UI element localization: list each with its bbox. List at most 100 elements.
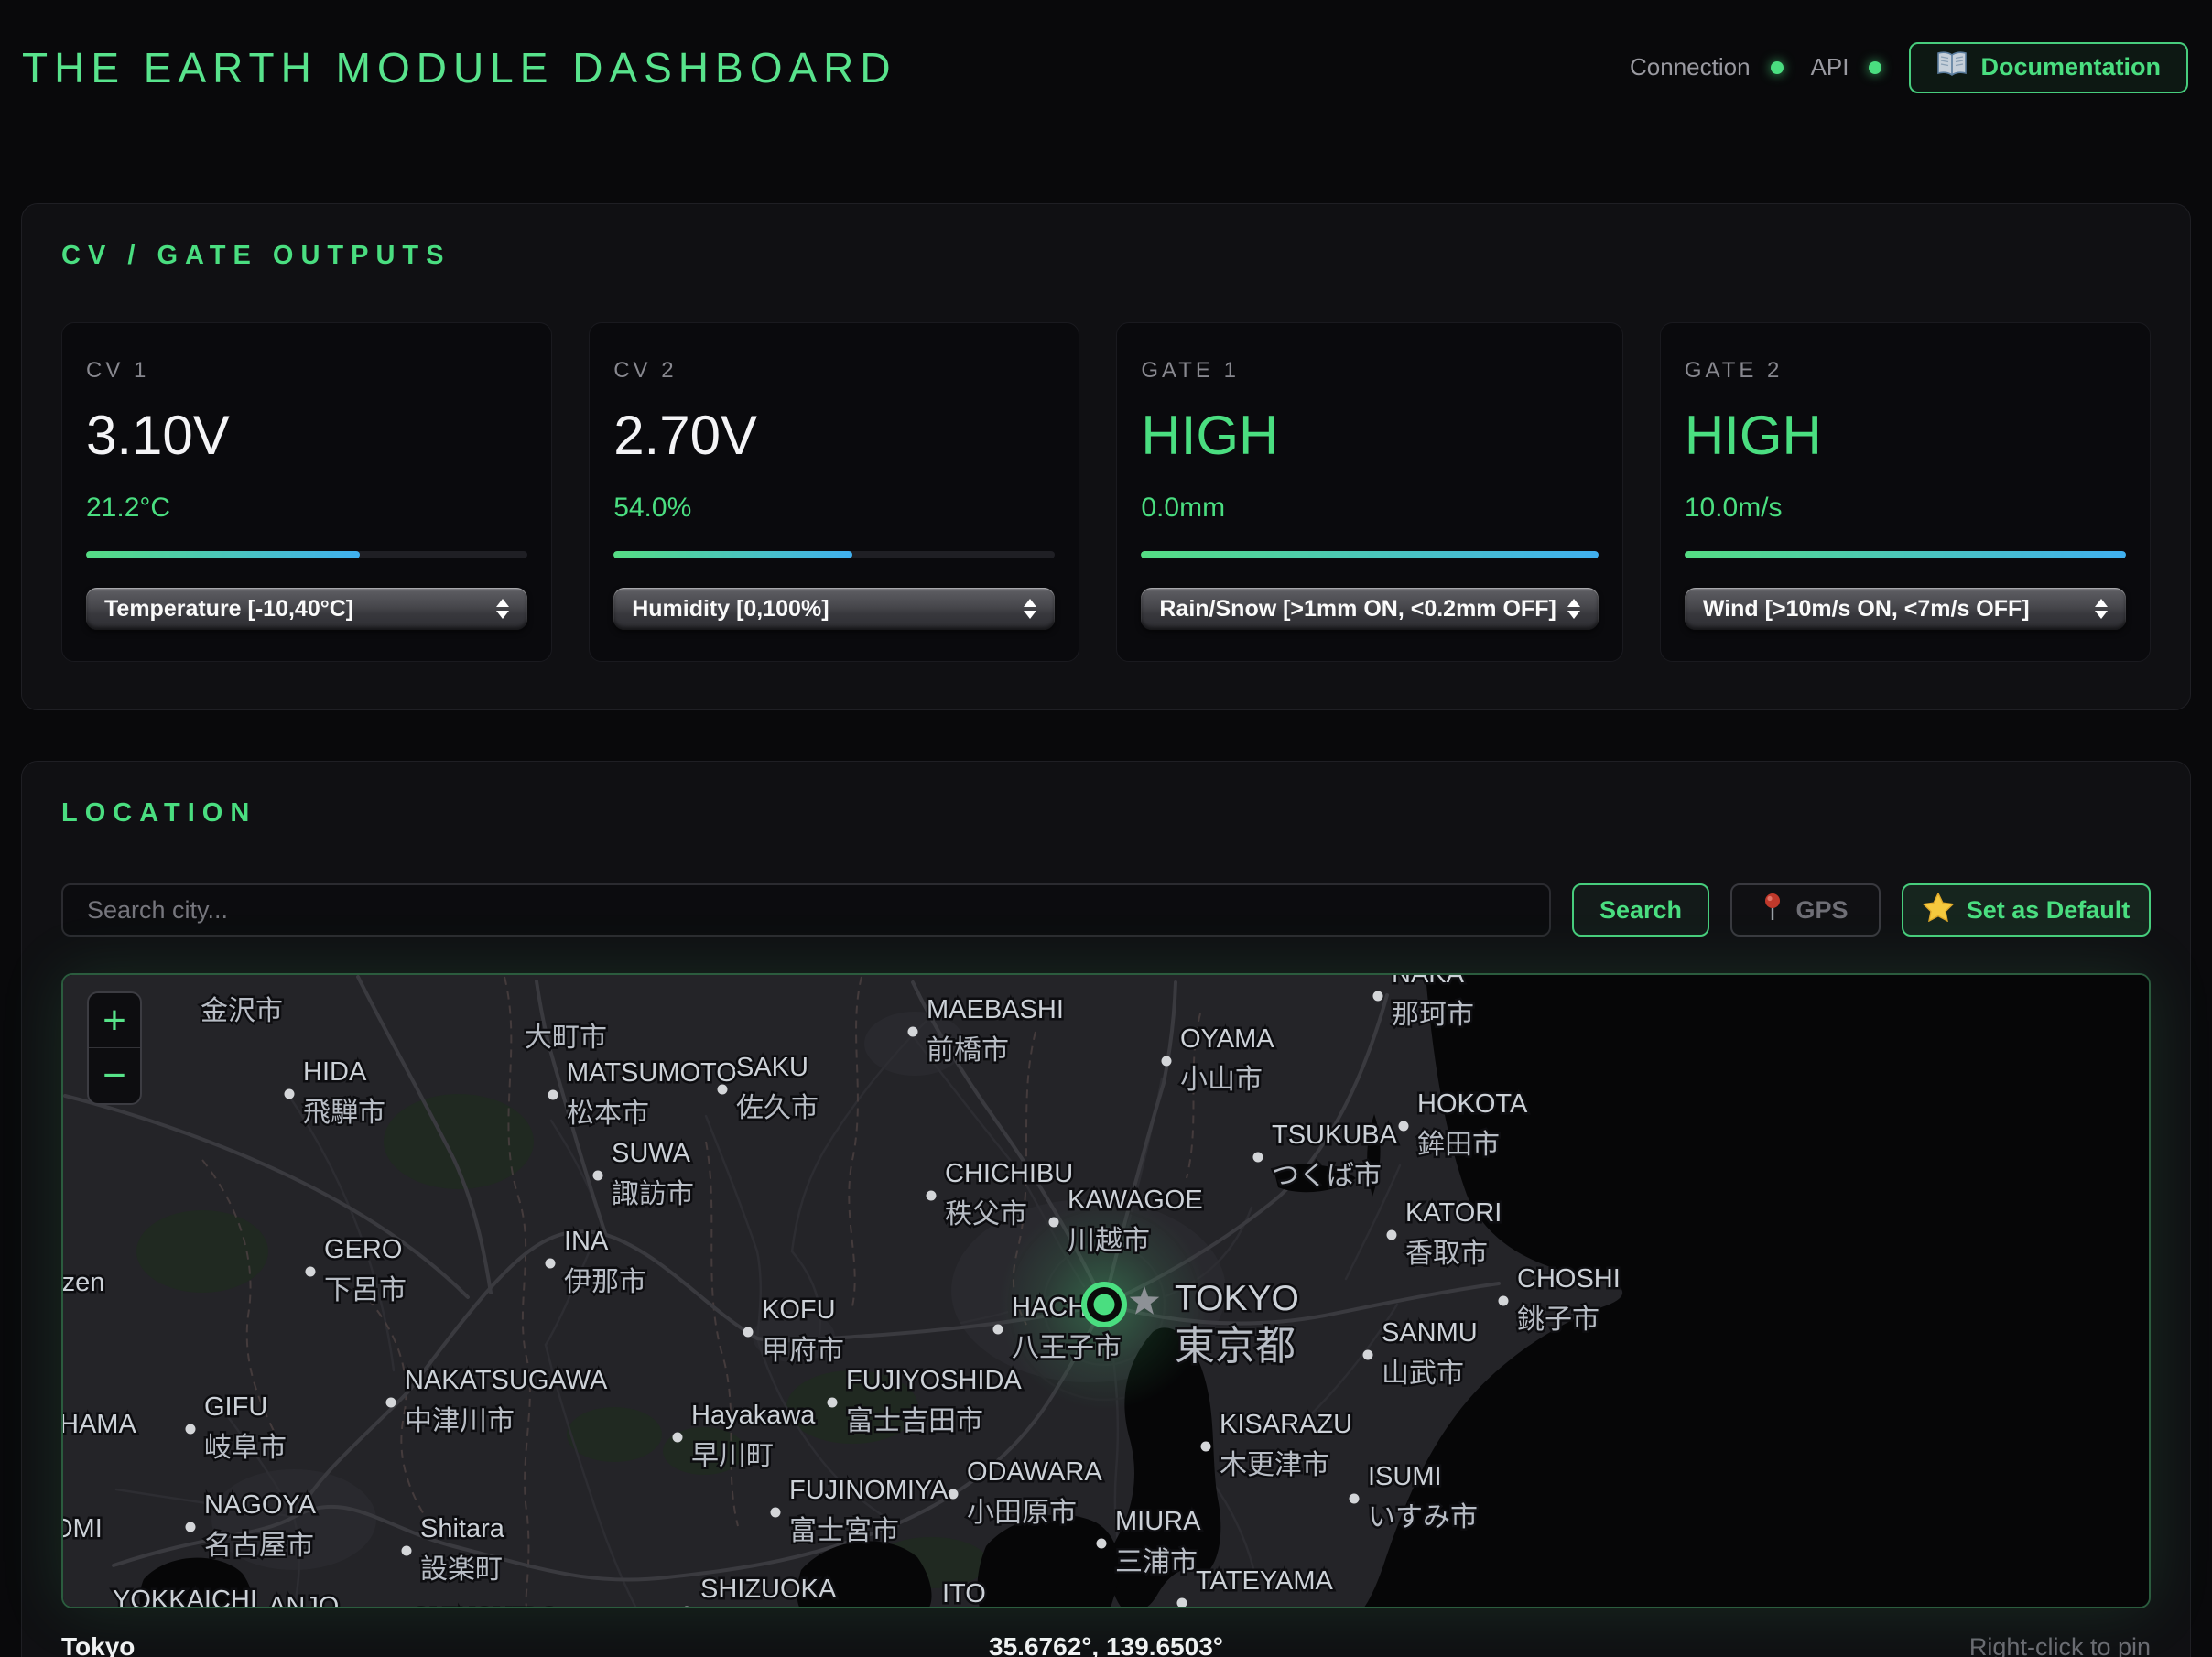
city-dot: [1177, 1598, 1187, 1608]
zoom-out-button[interactable]: −: [89, 1048, 140, 1103]
cv1-mapping-select[interactable]: Temperature [-10,40°C]: [86, 588, 527, 630]
city-label: HAMA: [63, 1410, 136, 1439]
city-label-jp: 那珂市: [1392, 1000, 1474, 1030]
city-label: ODAWARA: [967, 1457, 1102, 1487]
city-label-jp: 富士宮市: [789, 1516, 899, 1546]
city-dot: [828, 1398, 838, 1408]
city-dot: [1363, 1350, 1373, 1360]
city-label-jp: 名古屋市: [204, 1531, 314, 1561]
city-dot: [186, 1424, 196, 1435]
city-dot: [949, 1489, 959, 1500]
city-label-jp: 金沢市: [201, 996, 283, 1026]
pin-hint: Right-click to pin: [1766, 1633, 2151, 1657]
city-label: KOFU: [762, 1295, 836, 1325]
city-label-jp: 秩父市: [945, 1199, 1027, 1229]
set-default-button-label: Set as Default: [1967, 896, 2131, 925]
gate1-label: GATE 1: [1141, 358, 1598, 384]
city-label-jp: 木更津市: [1220, 1450, 1329, 1480]
gate2-mapping-select[interactable]: Wind [>10m/s ON, <7m/s OFF]: [1685, 588, 2126, 630]
city-label-jp: 東京都: [1175, 1324, 1296, 1369]
city-label: SHIZUOKA: [700, 1575, 837, 1604]
city-label-jp: 八王子市: [1012, 1333, 1122, 1363]
search-button[interactable]: Search: [1572, 883, 1709, 937]
city-label: MATSUMOTO: [567, 1058, 737, 1088]
city-dot: [186, 1522, 196, 1532]
city-label-jp: 香取市: [1405, 1239, 1488, 1269]
cv1-progress-fill: [86, 551, 360, 558]
city-dot: [1049, 1218, 1059, 1228]
city-label-jp: 銚子市: [1517, 1305, 1599, 1335]
cv2-mapping-select-value: Humidity [0,100%]: [632, 596, 1013, 623]
city-label-jp: 佐久市: [736, 1093, 819, 1123]
city-label: OYAMA: [1180, 1024, 1274, 1054]
city-label: NAKATSUGAWA: [405, 1366, 608, 1395]
location-panel: LOCATION Search GPS Set as Default: [21, 761, 2191, 1657]
map-canvas[interactable]: 金沢市大町市NAKA那珂市MAEBASHI前橋市OYAMA小山市HIDA飛騨市M…: [63, 975, 2151, 1608]
city-label: SAKU: [736, 1053, 808, 1082]
coordinates: 35.6762°, 139.6503°: [446, 1632, 1766, 1657]
gate2-mapping-select-value: Wind [>10m/s ON, <7m/s OFF]: [1703, 596, 2084, 623]
city-dot: [1097, 1539, 1107, 1549]
city-dot: [1350, 1494, 1360, 1504]
selected-city: Tokyo: [61, 1632, 446, 1657]
connection-label: Connection: [1630, 53, 1751, 81]
cv1-card: CV 1 3.10V 21.2°C Temperature [-10,40°C]: [61, 322, 552, 662]
api-status: API: [1811, 53, 1882, 81]
city-label: GIFU: [204, 1392, 267, 1422]
gate1-card: GATE 1 HIGH 0.0mm Rain/Snow [>1mm ON, <0…: [1116, 322, 1622, 662]
connection-status-dot: [1771, 61, 1784, 74]
city-label-jp: 小山市: [1180, 1065, 1263, 1095]
city-label: YOKKAICHI: [113, 1586, 257, 1608]
documentation-button[interactable]: Documentation: [1909, 42, 2188, 93]
city-label: SUWA: [612, 1139, 691, 1168]
city-label-jp: 岐阜市: [204, 1433, 287, 1463]
outputs-section-title: CV / GATE OUTPUTS: [61, 241, 2151, 271]
gate1-progress-track: [1141, 551, 1598, 558]
city-dot: [285, 1089, 295, 1099]
gps-button[interactable]: GPS: [1730, 883, 1881, 937]
city-label-jp: 大町市: [525, 1023, 607, 1053]
city-label-jp: 館山市: [1196, 1607, 1278, 1608]
gate2-progress-track: [1685, 551, 2126, 558]
city-search-input[interactable]: [61, 883, 1551, 937]
gate1-mapping-select-value: Rain/Snow [>1mm ON, <0.2mm OFF]: [1159, 596, 1556, 623]
gate2-card: GATE 2 HIGH 10.0m/s Wind [>10m/s ON, <7m…: [1660, 322, 2151, 662]
city-label: OMI: [63, 1514, 103, 1543]
city-label: INA: [564, 1227, 609, 1256]
city-label-jp: 諏訪市: [612, 1179, 694, 1209]
city-label: CHOSHI: [1517, 1264, 1621, 1294]
city-label: ISUMI: [1368, 1462, 1442, 1491]
city-label-jp: 松本市: [567, 1099, 649, 1129]
city-dot: [718, 1085, 728, 1095]
api-label: API: [1811, 53, 1849, 81]
book-icon: [1936, 51, 1968, 83]
city-dot: [993, 1325, 1003, 1335]
cv-gate-outputs-panel: CV / GATE OUTPUTS CV 1 3.10V 21.2°C Temp…: [21, 203, 2191, 710]
city-dot: [402, 1546, 412, 1556]
cv1-mapping-select-value: Temperature [-10,40°C]: [104, 596, 485, 623]
zoom-in-button[interactable]: +: [89, 993, 140, 1048]
city-label: KAWAGOE: [1068, 1186, 1203, 1215]
city-label: KISARAZU: [1220, 1410, 1352, 1439]
select-arrows-icon: [1567, 599, 1580, 619]
location-section-title: LOCATION: [61, 798, 2151, 828]
cv1-value: 3.10V: [86, 404, 527, 467]
city-label: ITO: [942, 1579, 986, 1608]
cv2-value: 2.70V: [613, 404, 1055, 467]
cv2-label: CV 2: [613, 358, 1055, 384]
gate1-mapping-select[interactable]: Rain/Snow [>1mm ON, <0.2mm OFF]: [1141, 588, 1598, 630]
gate2-progress-fill: [1685, 551, 2126, 558]
header: THE EARTH MODULE DASHBOARD Connection AP…: [0, 0, 2212, 135]
cv2-progress-fill: [613, 551, 851, 558]
city-label: SANMU: [1382, 1318, 1478, 1348]
city-label: FUJINOMIYA: [789, 1476, 949, 1505]
map[interactable]: 金沢市大町市NAKA那珂市MAEBASHI前橋市OYAMA小山市HIDA飛騨市M…: [61, 973, 2151, 1608]
set-default-button[interactable]: Set as Default: [1902, 883, 2151, 937]
gate1-progress-fill: [1141, 551, 1598, 558]
city-dot: [771, 1508, 781, 1518]
location-search-row: Search GPS Set as Default: [61, 883, 2151, 937]
city-label-jp: 飛騨市: [303, 1098, 385, 1128]
location-marker[interactable]: [1081, 1282, 1127, 1327]
cv2-mapping-select[interactable]: Humidity [0,100%]: [613, 588, 1055, 630]
city-label-jp: 富士吉田市: [846, 1406, 983, 1436]
